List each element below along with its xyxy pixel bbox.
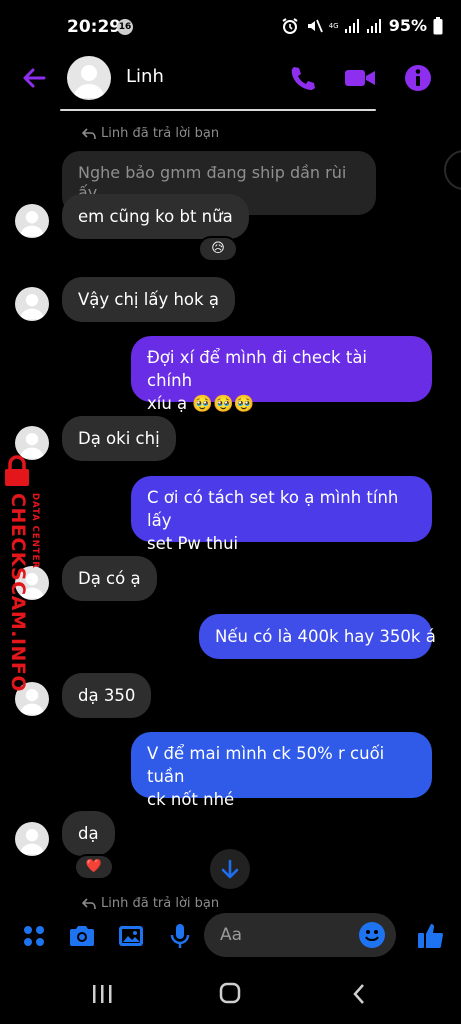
status-icons: 4G 95% (281, 16, 443, 35)
video-call-icon[interactable] (344, 64, 376, 92)
message-line: ck nốt nhé (147, 790, 235, 809)
microphone-icon[interactable] (166, 922, 194, 950)
message-bubble-incoming[interactable]: Vậy chị lấy hok ạ (62, 277, 235, 322)
status-time: 20:29 (67, 17, 122, 37)
notification-badge: 16 (117, 19, 133, 35)
back-nav-icon[interactable] (346, 982, 374, 1006)
thumbs-up-icon[interactable] (416, 920, 446, 950)
battery-percent: 95% (388, 16, 427, 35)
contact-name[interactable]: Linh (126, 66, 164, 87)
reply-icon (82, 897, 96, 909)
alarm-icon (282, 17, 298, 34)
recent-apps-icon[interactable] (88, 982, 116, 1006)
previous-message-edge (60, 109, 376, 111)
message-bubble-outgoing[interactable]: C ơi có tách set ko ạ mình tính lấy set … (131, 476, 432, 553)
message-bubble-incoming[interactable]: em cũng ko bt nữa (62, 194, 249, 239)
sender-avatar[interactable] (15, 426, 49, 460)
more-apps-icon[interactable] (20, 922, 48, 950)
gallery-icon[interactable] (117, 922, 145, 950)
message-line: xíu ạ 🥹🥹🥹 (147, 394, 255, 413)
info-icon[interactable] (404, 64, 432, 92)
sender-avatar[interactable] (15, 682, 49, 716)
back-arrow-icon[interactable] (18, 62, 50, 94)
message-bubble-outgoing[interactable]: Nếu có là 400k hay 350k á (199, 614, 436, 659)
sender-avatar[interactable] (15, 287, 49, 321)
message-line: C ơi có tách set ko ạ mình tính lấy (147, 488, 399, 530)
reaction-badge[interactable]: 😥 (198, 236, 238, 262)
battery-icon (433, 16, 443, 34)
reply-note: Linh đã trả lời bạn (82, 896, 219, 910)
message-input[interactable]: Aa (204, 913, 396, 957)
message-line: V để mai mình ck 50% r cuối tuần (147, 744, 385, 786)
home-icon[interactable] (216, 982, 244, 1006)
message-input-placeholder: Aa (220, 925, 243, 945)
reply-note-text: Linh đã trả lời bạn (101, 896, 220, 910)
message-line: Đợi xí để mình đi check tài chính (147, 348, 368, 390)
signal-icon-2 (366, 18, 381, 33)
contact-avatar[interactable] (67, 56, 111, 100)
arrow-down-icon (221, 859, 239, 879)
mute-icon (307, 19, 323, 32)
message-bubble-outgoing[interactable]: V để mai mình ck 50% r cuối tuần ck nốt … (131, 732, 432, 809)
message-bubble-incoming[interactable]: dạ 350 (62, 673, 152, 718)
message-list[interactable]: Linh đã trả lời bạn Nghe bảo gmm đang sh… (0, 104, 461, 910)
network-label: 4G (328, 21, 339, 30)
status-bar: 20:29 16 4G 95% (0, 0, 461, 52)
message-bubble-outgoing[interactable]: Đợi xí để mình đi check tài chính xíu ạ … (131, 336, 432, 413)
composer-bar: Aa (0, 910, 461, 962)
message-line: set Pw thui (147, 534, 239, 553)
heart-reaction-badge[interactable]: ❤️ (74, 854, 114, 880)
message-bubble-incoming[interactable]: Dạ có ạ (62, 556, 157, 601)
phone-icon[interactable] (288, 64, 316, 92)
side-button[interactable] (444, 150, 461, 190)
sender-avatar[interactable] (15, 204, 49, 238)
reply-note-text: Linh đã trả lời bạn (101, 126, 220, 141)
sender-avatar[interactable] (15, 822, 49, 856)
signal-icon (344, 18, 359, 33)
camera-icon[interactable] (68, 922, 96, 950)
scroll-to-bottom-button[interactable] (210, 849, 250, 889)
reply-icon (82, 127, 96, 139)
message-bubble-incoming[interactable]: Dạ oki chị (62, 416, 176, 461)
message-bubble-incoming[interactable]: dạ (62, 811, 115, 856)
reply-note: Linh đã trả lời bạn (82, 126, 219, 141)
chat-header: Linh (0, 52, 461, 104)
sender-avatar[interactable] (15, 566, 49, 600)
emoji-icon[interactable] (358, 921, 386, 949)
system-nav-bar (0, 962, 461, 1024)
